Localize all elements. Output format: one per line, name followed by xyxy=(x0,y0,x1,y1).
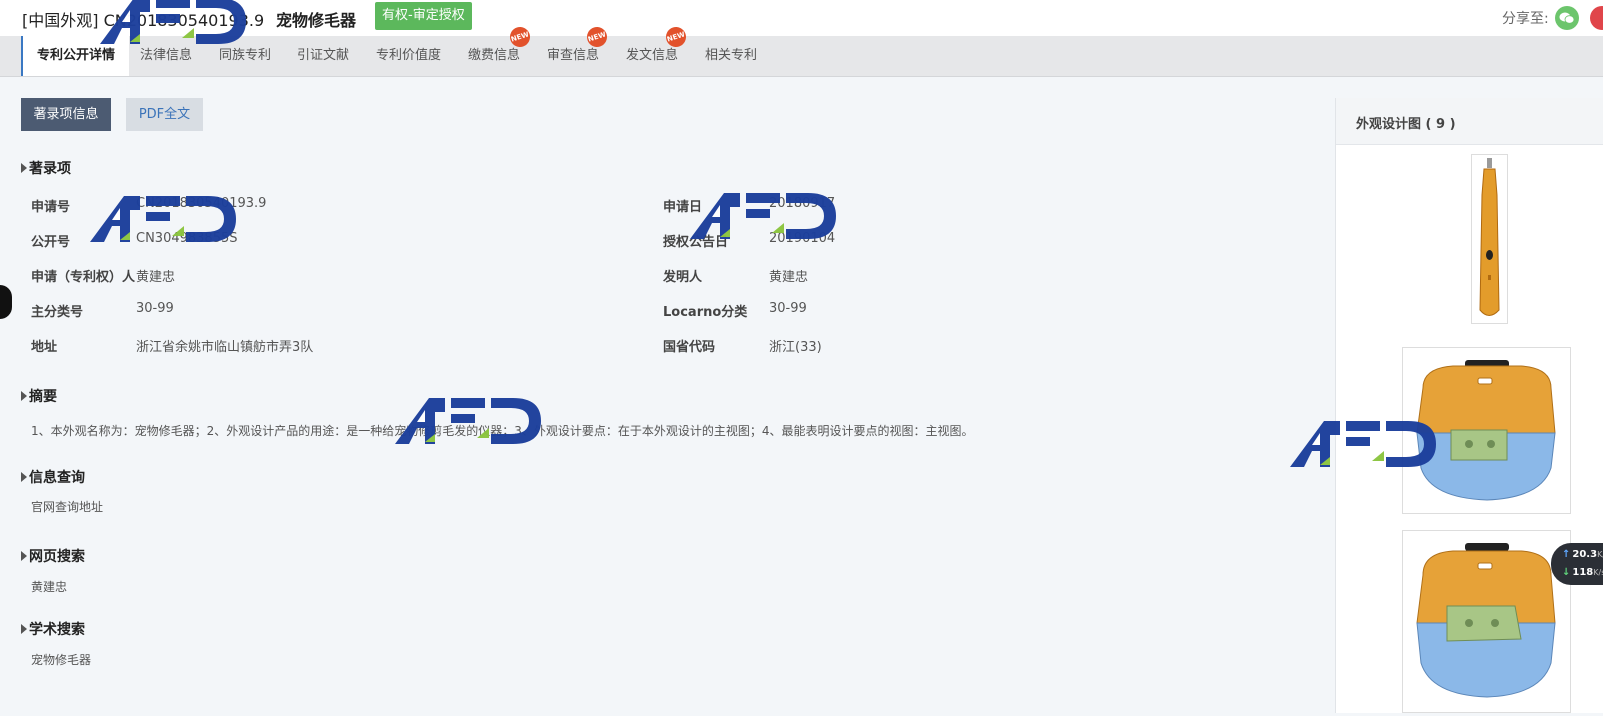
caret-right-icon xyxy=(21,472,27,482)
tab-legal-info[interactable]: 法律信息 xyxy=(140,36,192,76)
grant-date: 20190104 xyxy=(769,231,836,246)
tab-family-patents[interactable]: 同族专利 xyxy=(219,36,271,76)
pdf-fulltext-button[interactable]: PDF全文 xyxy=(126,98,203,131)
field-label: 申请（专利权）人 xyxy=(31,270,136,285)
web-search-link[interactable]: 黄建忠 xyxy=(31,578,67,595)
applicant: 黄建忠 xyxy=(136,270,176,285)
caret-right-icon xyxy=(21,391,27,401)
application-number: CN201830540193.9 xyxy=(136,196,267,211)
tab-fee-info[interactable]: 缴费信息 NEW xyxy=(468,24,533,76)
upload-arrow-icon: ↑ xyxy=(1562,549,1571,560)
academic-search-link[interactable]: 宠物修毛器 xyxy=(31,651,91,668)
design-images-header: 外观设计图 ( 9 ) xyxy=(1336,98,1603,145)
download-arrow-icon: ↓ xyxy=(1562,567,1571,578)
tab-label: 审查信息 xyxy=(547,48,600,63)
web-search-section-title[interactable]: 网页搜索 xyxy=(21,546,85,566)
tab-label: 相关专利 xyxy=(705,48,758,63)
tab-patent-details[interactable]: 专利公开详情 xyxy=(21,36,130,76)
speed-unit: K/s xyxy=(1593,568,1603,577)
design-image-thumbnail[interactable] xyxy=(1402,347,1571,514)
tab-examination-info[interactable]: 审查信息 NEW xyxy=(547,24,610,76)
speed-unit: K/s xyxy=(1597,550,1603,559)
tab-label: 引证文献 xyxy=(297,48,350,63)
province-code: 浙江(33) xyxy=(769,340,822,355)
official-query-link[interactable]: 官网查询地址 xyxy=(31,498,103,515)
field-label: Locarno分类 xyxy=(663,305,748,320)
tab-label: 专利价值度 xyxy=(376,48,442,63)
caret-right-icon xyxy=(21,624,27,634)
tab-related-patents[interactable]: 相关专利 xyxy=(705,36,757,76)
field-label: 申请日 xyxy=(663,200,703,215)
field-label: 地址 xyxy=(31,340,58,355)
field-label: 国省代码 xyxy=(663,340,716,355)
locarno-classification: 30-99 xyxy=(769,301,807,316)
weibo-share-icon[interactable] xyxy=(1590,6,1603,30)
design-images-panel: 外观设计图 ( 9 ) xyxy=(1335,98,1603,713)
wechat-share-icon[interactable] xyxy=(1555,6,1579,30)
patent-title: [中国外观] CN201830540193.9 xyxy=(22,11,265,30)
design-image-thumbnail[interactable] xyxy=(1471,154,1508,324)
bibliographic-section-title[interactable]: 著录项 xyxy=(21,158,71,178)
academic-search-section-title[interactable]: 学术搜索 xyxy=(21,619,85,639)
tab-label: 法律信息 xyxy=(140,48,193,63)
tab-label: 专利公开详情 xyxy=(37,48,116,63)
main-classification: 30-99 xyxy=(136,301,174,316)
tab-citations[interactable]: 引证文献 xyxy=(297,36,349,76)
patent-name: 宠物修毛器 xyxy=(276,11,357,30)
side-float-handle[interactable] xyxy=(0,285,12,319)
abstract-text: 1、本外观名称为：宠物修毛器；2、外观设计产品的用途：是一种给宠物修剪毛发的仪器… xyxy=(31,424,974,438)
design-image-thumbnail[interactable] xyxy=(1402,530,1571,713)
network-speed-widget: ↑20.3K/s ↓118K/s xyxy=(1551,543,1603,585)
field-label: 主分类号 xyxy=(31,305,84,320)
bibliographic-info-button[interactable]: 著录项信息 xyxy=(21,98,111,131)
publication-number: CN304983855S xyxy=(136,231,238,246)
caret-right-icon xyxy=(21,551,27,561)
upload-speed: 20.3 xyxy=(1572,549,1598,560)
field-label: 申请号 xyxy=(31,200,71,215)
field-label: 发明人 xyxy=(663,270,703,285)
abstract-section-title[interactable]: 摘要 xyxy=(21,386,57,406)
tab-label: 缴费信息 xyxy=(468,48,521,63)
download-speed: 118 xyxy=(1572,567,1594,578)
inventor: 黄建忠 xyxy=(769,270,809,285)
tab-label: 发文信息 xyxy=(626,48,679,63)
field-label: 公开号 xyxy=(31,235,71,250)
tab-patent-value[interactable]: 专利价值度 xyxy=(376,36,441,76)
tab-notices[interactable]: 发文信息 NEW xyxy=(626,24,689,76)
caret-right-icon xyxy=(21,163,27,173)
info-query-section-title[interactable]: 信息查询 xyxy=(21,467,85,487)
tab-bar: 专利公开详情 法律信息 同族专利 引证文献 专利价值度 缴费信息 NEW 审查信… xyxy=(0,24,1603,77)
design-images-title: 外观设计图 ( 9 ) xyxy=(1356,117,1456,132)
field-label: 授权公告日 xyxy=(663,235,729,250)
share-label: 分享至: xyxy=(1502,11,1549,27)
tab-label: 同族专利 xyxy=(219,48,272,63)
status-badge: 有权-审定授权 xyxy=(375,2,472,30)
header: [中国外观] CN201830540193.9 宠物修毛器 有权-审定授权 分享… xyxy=(0,0,1603,36)
address: 浙江省余姚市临山镇舫市弄3队 xyxy=(136,340,314,355)
application-date: 20180917 xyxy=(769,196,836,211)
